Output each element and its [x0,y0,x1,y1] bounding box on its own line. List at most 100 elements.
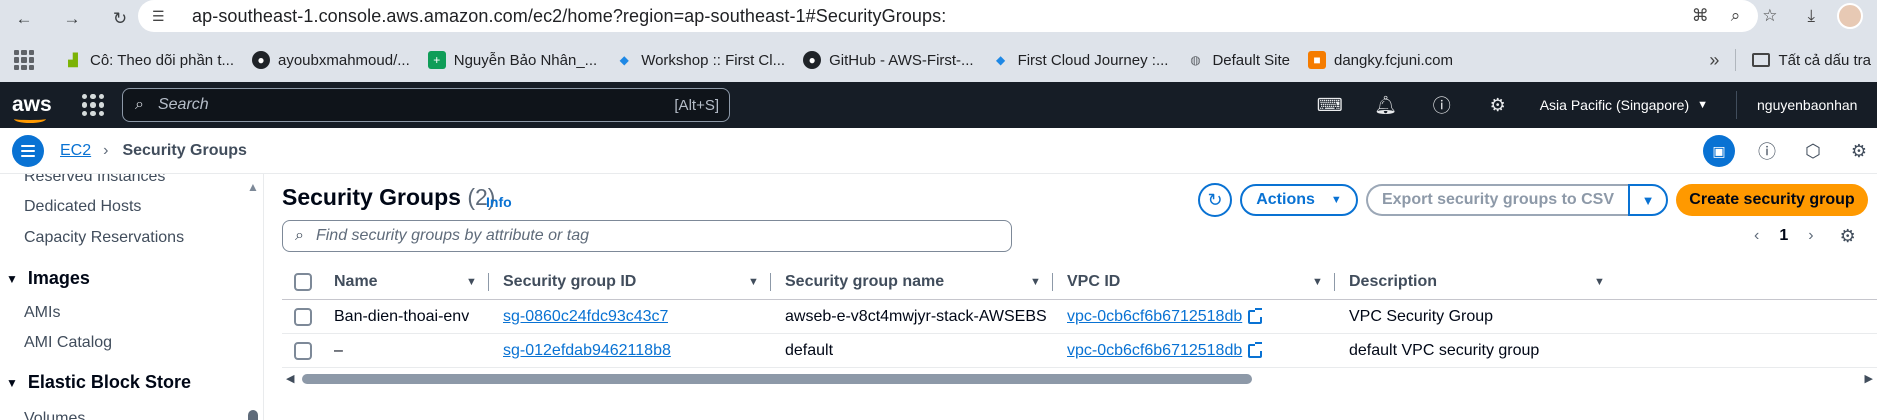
download-icon[interactable]: ⤓ [1807,6,1815,26]
bookmark-star-icon[interactable]: ☆ [1762,6,1777,26]
bookmark-item[interactable]: ● GitHub - AWS-First-... [803,51,974,69]
table-preferences-icon[interactable]: ⚙ [1840,226,1856,247]
scroll-thumb[interactable] [248,410,258,420]
sidebar-item-volumes[interactable]: Volumes [24,410,85,420]
translate-icon[interactable]: ⌘ [1692,6,1709,26]
bookmark-item[interactable]: ▟ Cô: Theo dõi phần t... [64,51,234,69]
caret-down-icon: ▼ [1641,192,1655,208]
column-divider[interactable] [1052,273,1053,291]
bookmark-item[interactable]: ◆ First Cloud Journey :... [992,51,1169,69]
create-security-group-button[interactable]: Create security group [1676,184,1868,216]
export-label: Export security groups to CSV [1381,191,1615,208]
apps-grid-icon[interactable] [14,50,34,70]
reload-icon[interactable]: ↻ [106,5,134,33]
filter-search-input[interactable]: ⌕ Find security groups by attribute or t… [282,220,1012,252]
chevron-double-right-icon[interactable]: » [1709,50,1719,71]
scroll-up-icon[interactable]: ▲ [247,180,259,194]
caret-down-icon: ▼ [1697,99,1708,111]
zoom-icon[interactable]: ⌕ [1731,6,1741,26]
row-checkbox[interactable] [294,341,312,360]
chevron-right-icon[interactable]: › [1808,227,1813,245]
column-divider[interactable] [770,273,771,291]
select-all-checkbox[interactable] [294,272,312,291]
panel-icon[interactable]: ▣ [1703,135,1735,167]
bookmark-item[interactable]: ◆ Workshop :: First Cl... [615,51,786,69]
services-menu-icon[interactable] [82,94,104,116]
gear-icon[interactable]: ⚙ [1470,95,1526,116]
hexagon-icon[interactable]: ⬡ [1799,137,1827,165]
url-text[interactable]: ap-southeast-1.console.aws.amazon.com/ec… [192,6,946,27]
profile-avatar[interactable] [1837,3,1863,29]
row-checkbox[interactable] [294,307,312,326]
refresh-button[interactable]: ↻ [1198,183,1232,217]
sort-icon[interactable]: ▼ [1594,264,1605,299]
bookmark-item[interactable]: ● ayoubxmahmoud/... [252,51,410,69]
sidebar-scrollbar[interactable]: ▲ [246,174,260,420]
sort-icon[interactable]: ▼ [1030,264,1041,299]
info-icon[interactable]: ⓘ [1753,137,1781,165]
caret-down-icon: ▼ [1330,194,1342,206]
cloudshell-icon[interactable]: ⌨ [1302,95,1358,116]
bookmark-item[interactable]: ◍ Default Site [1186,51,1290,69]
section-label: Images [27,268,90,288]
sidebar-item-capacity-reservations[interactable]: Capacity Reservations [24,229,184,247]
column-header-sg-name[interactable]: Security group name [785,264,944,299]
region-label: Asia Pacific (Singapore) [1539,97,1690,113]
sidebar-item-amis[interactable]: AMIs [24,304,60,322]
column-header-description[interactable]: Description [1349,264,1437,299]
gear-icon[interactable]: ⚙ [1845,137,1873,165]
scroll-right-icon[interactable]: ▶ [1865,372,1873,385]
table-horizontal-scrollbar[interactable]: ◀ ▶ [282,372,1877,386]
column-divider[interactable] [488,273,489,291]
region-selector[interactable]: Asia Pacific (Singapore) ▼ [1540,91,1737,119]
info-link[interactable]: Info [486,194,512,210]
bell-icon[interactable]: 🔔︎ [1358,95,1414,116]
search-shortcut: [Alt+S] [674,96,719,114]
site-settings-icon[interactable]: ☰ [152,8,174,25]
vpc-id-link[interactable]: vpc-0cb6cf6b6712518db [1067,308,1242,326]
back-icon[interactable]: ← [10,5,38,33]
aws-logo[interactable]: aws [12,93,52,123]
export-csv-button[interactable]: Export security groups to CSV [1366,184,1628,216]
bookmarks-overflow: » Tất cả dấu tra [1709,38,1877,82]
external-link-icon[interactable] [1248,307,1263,324]
column-header-vpc-id[interactable]: VPC ID [1067,264,1120,299]
vpc-id-link[interactable]: vpc-0cb6cf6b6712518db [1067,342,1242,360]
aws-search-input[interactable]: ⌕ Search [Alt+S] [122,88,730,122]
forward-icon[interactable]: → [58,5,86,33]
sidebar-section-ebs[interactable]: ▼ Elastic Block Store [6,372,191,393]
column-header-name[interactable]: Name [334,264,378,299]
sort-icon[interactable]: ▼ [1312,264,1323,299]
address-bar[interactable]: ☰ ap-southeast-1.console.aws.amazon.com/… [138,0,1758,32]
table-header: Name ▼ Security group ID ▼ Security grou… [282,264,1877,300]
all-bookmarks-folder[interactable]: Tất cả dấu tra [1752,52,1871,69]
table-row[interactable]: – sg-012efdab9462118b8 default vpc-0cb6c… [282,334,1877,368]
bookmark-label: dangky.fcjuni.com [1334,51,1453,69]
bookmark-label: Cô: Theo dõi phần t... [90,51,234,69]
sidebar-item-ami-catalog[interactable]: AMI Catalog [24,334,112,352]
cell-sg-id-link[interactable]: sg-0860c24fdc93c43c7 [503,300,668,333]
column-divider[interactable] [1334,273,1335,291]
table-row[interactable]: Ban-dien-thoai-env sg-0860c24fdc93c43c7 … [282,300,1877,334]
scroll-left-icon[interactable]: ◀ [286,372,294,385]
actions-button[interactable]: Actions ▼ [1240,184,1358,216]
bookmark-item[interactable]: ■ dangky.fcjuni.com [1308,51,1453,69]
sort-icon[interactable]: ▼ [748,264,759,299]
help-icon[interactable]: ⓘ [1414,92,1470,118]
breadcrumb-ec2[interactable]: EC2 [60,142,91,160]
column-header-sg-id[interactable]: Security group ID [503,264,636,299]
external-link-icon[interactable] [1248,341,1263,358]
export-dropdown-button[interactable]: ▼ [1628,184,1668,216]
bookmark-item[interactable]: + Nguyễn Bảo Nhân_... [427,51,597,69]
nav-menu-button[interactable] [12,134,44,167]
account-menu[interactable]: nguyenbaonhan [1757,97,1877,113]
cell-sg-id-link[interactable]: sg-012efdab9462118b8 [503,334,671,367]
chevron-left-icon[interactable]: ‹ [1754,227,1759,245]
sidebar-section-images[interactable]: ▼ Images [6,268,90,289]
sidebar-item-dedicated-hosts[interactable]: Dedicated Hosts [24,198,141,216]
scroll-thumb[interactable] [302,374,1252,384]
page-number[interactable]: 1 [1779,227,1788,245]
sidebar-item-reserved-instances[interactable]: Reserved Instances [24,174,165,186]
sort-icon[interactable]: ▼ [466,264,477,299]
search-placeholder: Search [157,96,209,113]
